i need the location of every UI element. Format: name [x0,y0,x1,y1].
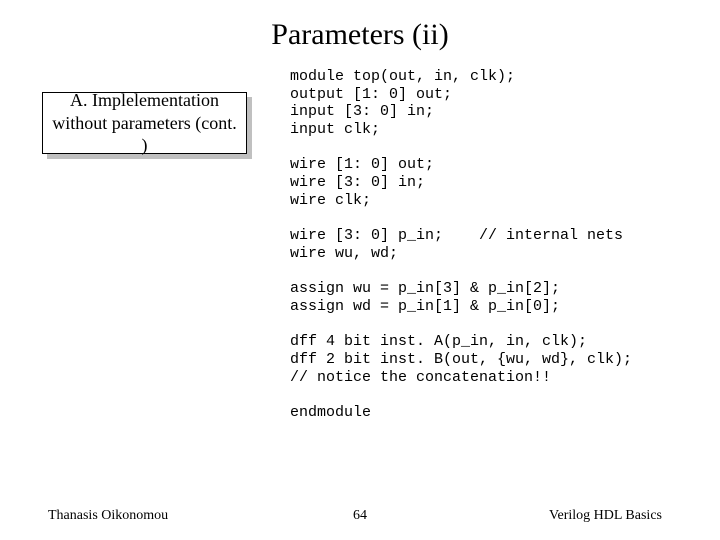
code-block: module top(out, in, clk); output [1: 0] … [290,68,632,422]
slide: Parameters (ii) A. Implelementation with… [0,0,720,540]
footer-subject: Verilog HDL Basics [549,508,662,524]
slide-title: Parameters (ii) [0,18,720,52]
callout-line1: A. Implelementation [70,90,219,110]
callout-line2: without parameters (cont. ) [52,113,236,156]
callout-box: A. Implelementation without parameters (… [42,92,247,154]
callout-text: A. Implelementation without parameters (… [49,89,240,157]
